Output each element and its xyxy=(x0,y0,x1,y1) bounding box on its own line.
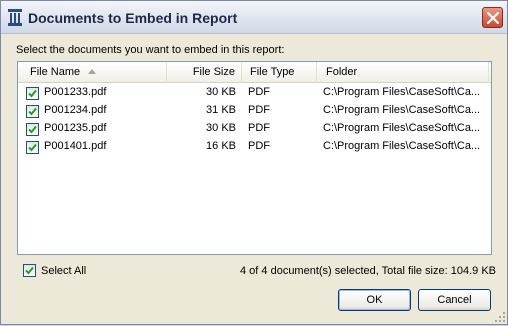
file-type: PDF xyxy=(248,122,270,134)
row-checkbox[interactable] xyxy=(26,87,39,100)
documents-list[interactable]: File Name File Size File Type Folder P00… xyxy=(17,61,492,255)
row-checkbox[interactable] xyxy=(26,105,39,118)
sort-ascending-icon xyxy=(88,69,96,74)
list-header: File Name File Size File Type Folder xyxy=(18,62,491,83)
window-title: Documents to Embed in Report xyxy=(28,10,238,26)
file-type: PDF xyxy=(248,140,270,152)
file-folder: C:\Program Files\CaseSoft\Ca... xyxy=(323,86,481,98)
column-header-label: File Name xyxy=(30,66,81,78)
column-header-file-name[interactable]: File Name xyxy=(18,62,167,83)
file-name: P001401.pdf xyxy=(44,140,107,152)
file-folder: C:\Program Files\CaseSoft\Ca... xyxy=(323,140,481,152)
resize-grip-icon[interactable] xyxy=(494,311,506,323)
check-icon xyxy=(25,266,34,275)
close-icon xyxy=(487,12,499,24)
file-size: 30 KB xyxy=(206,122,236,134)
file-size: 16 KB xyxy=(206,140,236,152)
file-name: P001235.pdf xyxy=(44,122,107,134)
check-icon xyxy=(28,143,37,152)
title-bar[interactable]: Documents to Embed in Report xyxy=(1,1,507,34)
list-item[interactable]: P001401.pdf 16 KB PDF C:\Program Files\C… xyxy=(18,138,491,156)
file-name: P001234.pdf xyxy=(44,104,107,116)
row-checkbox[interactable] xyxy=(26,123,39,136)
instruction-text: Select the documents you want to embed i… xyxy=(16,44,285,56)
selection-status: 4 of 4 document(s) selected, Total file … xyxy=(240,265,496,277)
file-type: PDF xyxy=(248,86,270,98)
column-header-folder[interactable]: Folder xyxy=(317,62,489,83)
close-button[interactable] xyxy=(482,7,503,28)
check-icon xyxy=(28,89,37,98)
select-all-box[interactable] xyxy=(23,264,36,277)
file-size: 31 KB xyxy=(206,104,236,116)
check-icon xyxy=(28,107,37,116)
list-item[interactable]: P001233.pdf 30 KB PDF C:\Program Files\C… xyxy=(18,84,491,102)
cancel-button[interactable]: Cancel xyxy=(418,289,491,311)
file-folder: C:\Program Files\CaseSoft\Ca... xyxy=(323,104,481,116)
column-header-file-size[interactable]: File Size xyxy=(167,62,242,83)
list-item[interactable]: P001234.pdf 31 KB PDF C:\Program Files\C… xyxy=(18,102,491,120)
file-type: PDF xyxy=(248,104,270,116)
file-folder: C:\Program Files\CaseSoft\Ca... xyxy=(323,122,481,134)
select-all-label[interactable]: Select All xyxy=(41,265,86,277)
column-header-file-type[interactable]: File Type xyxy=(242,62,317,83)
file-name: P001233.pdf xyxy=(44,86,107,98)
list-item[interactable]: P001235.pdf 30 KB PDF C:\Program Files\C… xyxy=(18,120,491,138)
row-checkbox[interactable] xyxy=(26,141,39,154)
dialog-window: Documents to Embed in Report Select the … xyxy=(0,0,508,325)
file-size: 30 KB xyxy=(206,86,236,98)
report-pillar-icon xyxy=(8,9,22,26)
ok-button[interactable]: OK xyxy=(338,289,411,311)
check-icon xyxy=(28,125,37,134)
